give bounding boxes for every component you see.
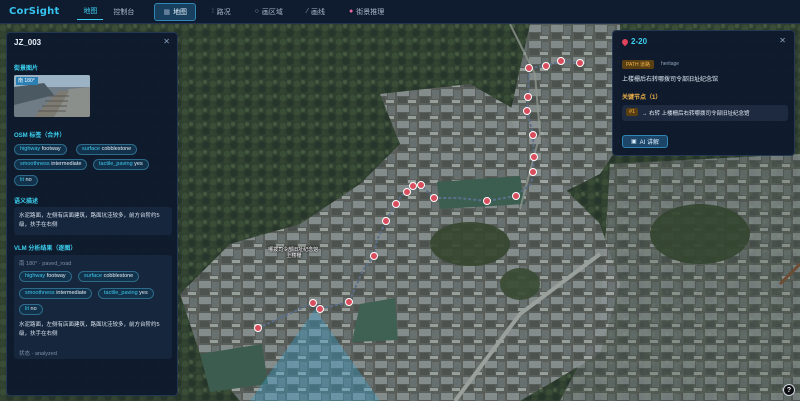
brain-icon: ● bbox=[349, 8, 354, 15]
vlm-tag-chip: highway footway bbox=[19, 271, 72, 282]
node-instruction: → 右转 上楼栅后右转哪拨司令部旧址纪念馆 bbox=[642, 111, 750, 117]
vlm-tag-chip: lit no bbox=[19, 304, 43, 315]
line-icon: ⁄ bbox=[306, 8, 309, 15]
route-node[interactable] bbox=[576, 59, 584, 67]
poi-name: 上楼栅后右转哪拨司令部旧址纪念馆 bbox=[622, 77, 719, 83]
route-node[interactable] bbox=[382, 217, 390, 225]
osm-tag-chip: tactile_paving yes bbox=[93, 159, 149, 170]
route-node[interactable] bbox=[523, 107, 531, 115]
area-icon: ○ bbox=[254, 8, 259, 15]
route-node[interactable] bbox=[392, 200, 400, 208]
route-node[interactable] bbox=[403, 188, 411, 196]
poi-title: 2-20 bbox=[620, 37, 647, 46]
street-image-thumbnail[interactable]: 南 180° bbox=[14, 75, 90, 117]
route-node[interactable] bbox=[309, 299, 317, 307]
map-tool-button[interactable]: ▦ 地图 bbox=[154, 2, 197, 21]
robot-icon: ▣ bbox=[630, 139, 637, 145]
route-node[interactable] bbox=[409, 182, 417, 190]
route-node[interactable] bbox=[417, 181, 425, 189]
osm-tag-chip: lit no bbox=[14, 175, 38, 186]
ai-explain-button[interactable]: ▣ AI 讲解 bbox=[622, 135, 668, 148]
key-nodes-heading: 关键节点（1） bbox=[622, 95, 662, 101]
osm-tags-heading: OSM 标签（合并） bbox=[14, 133, 66, 139]
vlm-header: 南 180° · paved_road bbox=[19, 261, 72, 267]
map-icon: ▦ bbox=[163, 8, 171, 16]
help-button[interactable]: ? bbox=[783, 384, 795, 396]
osm-tag-chip: smoothness intermediate bbox=[14, 159, 88, 170]
analysis-status: 状态 · analyzed bbox=[19, 351, 57, 357]
path-badge: PATH 道路 bbox=[622, 60, 654, 69]
panel-title: JZ_003 bbox=[14, 38, 42, 47]
route-node[interactable] bbox=[430, 194, 438, 202]
vlm-tag-chip: surface cobblestone bbox=[78, 271, 140, 282]
route-node[interactable] bbox=[254, 324, 262, 332]
close-icon[interactable]: ✕ bbox=[779, 36, 786, 45]
thumbnail-caption: 南 180° bbox=[18, 78, 35, 84]
path-tool-button[interactable]: ⦙ 路况 bbox=[204, 4, 239, 20]
semantic-description: 水泥路面，左侧有店面建筑，路面坑洼较多，前方台阶约5级，扶手在右侧 bbox=[14, 207, 172, 235]
route-node[interactable] bbox=[530, 153, 538, 161]
nav-tab-map[interactable]: 地图 bbox=[77, 3, 104, 20]
top-bar: CorSight 地图 控制台 ▦ 地图 ⦙ 路况 ○ 画区域 ⁄ 画线 ● 街… bbox=[0, 0, 800, 24]
street-image-heading: 街景图片 bbox=[14, 66, 39, 72]
osm-tag-chip: surface cobblestone bbox=[76, 144, 138, 155]
osm-tag-chip: highway footway bbox=[14, 144, 67, 155]
route-node[interactable] bbox=[529, 131, 537, 139]
draw-area-button[interactable]: ○ 画区域 bbox=[247, 4, 291, 20]
route-nodes bbox=[254, 57, 584, 332]
route-node[interactable] bbox=[483, 197, 491, 205]
draw-line-button[interactable]: ⁄ 画线 bbox=[299, 4, 333, 20]
route-node[interactable] bbox=[525, 64, 533, 72]
vlm-heading: VLM 分析结果（逐图） bbox=[14, 246, 77, 252]
reasoning-button[interactable]: ● 街景推理 bbox=[341, 4, 392, 20]
node-detail-panel: JZ_003 ✕ 街景图片 南 180° OSM 标签（合并） highway … bbox=[6, 32, 178, 396]
route-node[interactable] bbox=[345, 298, 353, 306]
route-node[interactable] bbox=[512, 192, 520, 200]
nav-tab-console[interactable]: 控制台 bbox=[107, 4, 140, 20]
route-node[interactable] bbox=[529, 168, 537, 176]
vlm-tag-chip: tactile_paving yes bbox=[98, 288, 154, 299]
vlm-tag-chip: smoothness intermediate bbox=[19, 288, 93, 299]
location-pin-icon bbox=[620, 37, 630, 46]
type-badge: heritage bbox=[661, 61, 680, 67]
path-icon: ⦙ bbox=[212, 7, 214, 15]
route-node[interactable] bbox=[370, 252, 378, 260]
key-node-row[interactable]: #1 → 右转 上楼栅后右转哪拨司令部旧址纪念馆 bbox=[622, 105, 788, 121]
app-logo: CorSight bbox=[9, 6, 60, 17]
route-node[interactable] bbox=[542, 62, 550, 70]
route-node[interactable] bbox=[524, 93, 532, 101]
semantic-heading: 语义描述 bbox=[14, 199, 39, 205]
route-node[interactable] bbox=[316, 305, 324, 313]
vlm-description: 水泥路面，左侧有店面建筑，路面坑洼较多，前方台阶约5级，扶手在右侧 bbox=[19, 322, 160, 337]
node-index-badge: #1 bbox=[626, 108, 639, 116]
route-node[interactable] bbox=[557, 57, 565, 65]
map-poi-label: 哪拨司令部旧址纪念馆·上楼栅 bbox=[268, 247, 320, 259]
close-icon[interactable]: ✕ bbox=[163, 37, 170, 46]
poi-detail-panel: 2-20 ✕ PATH 道路 heritage 上楼栅后右转哪拨司令部旧址纪念馆… bbox=[612, 30, 795, 156]
